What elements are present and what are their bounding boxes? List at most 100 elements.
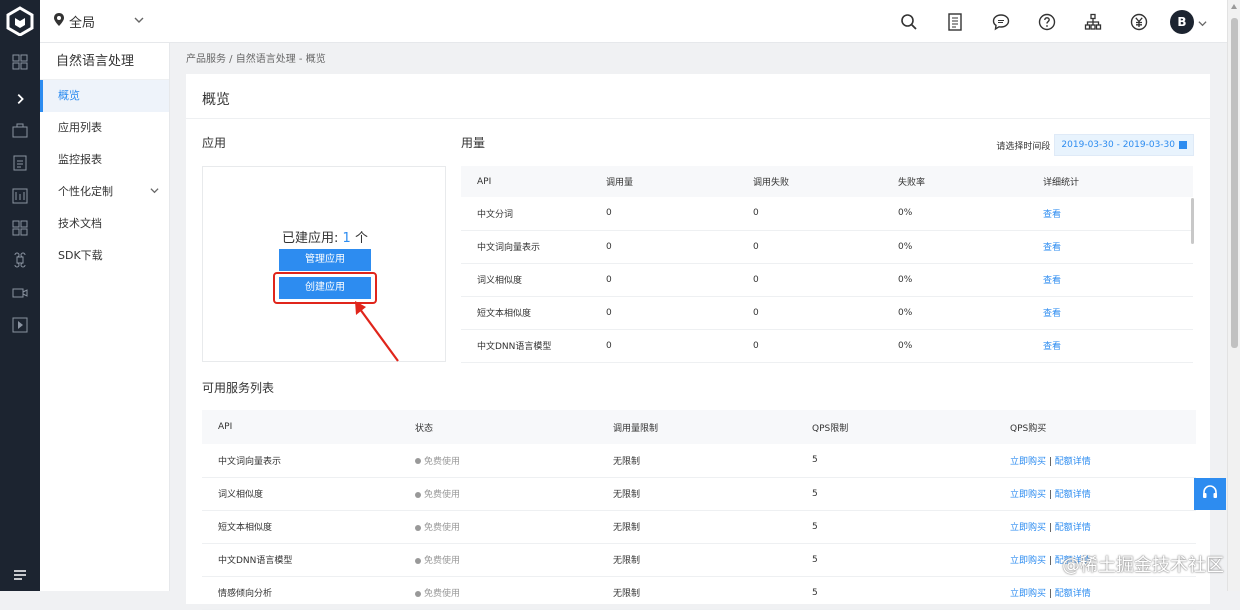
page-scrollbar[interactable] — [1227, 0, 1240, 591]
command-icon[interactable] — [10, 250, 30, 270]
chevron-right-icon[interactable] — [0, 85, 40, 113]
table-cell: 无限制 — [613, 543, 812, 577]
table-cell: 短文本相似度 — [202, 510, 415, 544]
col-header: 调用量限制 — [613, 410, 812, 444]
table-cell: 情感倾向分析 — [202, 576, 415, 610]
date-label: 请选择时间段 — [996, 141, 1051, 152]
status-label: 免费使用 — [424, 490, 461, 500]
status-cell: 免费使用 — [415, 576, 613, 610]
buy-now-link[interactable]: 立即购买 — [1010, 523, 1046, 533]
sidebar-item-label: 概览 — [58, 89, 80, 102]
doc-icon[interactable] — [10, 153, 30, 173]
currency-icon[interactable] — [1128, 11, 1150, 33]
table-cell: 无限制 — [613, 576, 812, 610]
document-icon[interactable] — [944, 11, 966, 33]
sidebar-item-label: SDK下载 — [58, 249, 103, 262]
services-table: API 状态 调用量限制 QPS限制 QPS购买 中文词向量表示 免费使用 无限… — [202, 410, 1196, 610]
region-selector[interactable]: 全局 — [54, 12, 144, 31]
table-row: 中文词向量表示 免费使用 无限制 5 立即购买 | 配额详情 — [202, 444, 1196, 478]
scroll-up-arrow-icon[interactable] — [1231, 4, 1237, 9]
headset-support-button[interactable] — [1194, 478, 1226, 510]
quota-details-link[interactable]: 配额详情 — [1055, 490, 1091, 500]
view-link[interactable]: 查看 — [1043, 230, 1193, 264]
chat-icon[interactable] — [990, 11, 1012, 33]
top-bar: 全局 B — [40, 0, 1227, 43]
table-cell: 0 — [606, 329, 753, 363]
search-icon[interactable] — [898, 11, 920, 33]
date-range-picker: 请选择时间段 2019-03-30 - 2019-03-30 — [996, 134, 1194, 156]
menu-icon[interactable] — [10, 565, 30, 585]
annotation-arrow — [355, 301, 399, 362]
table-cell: 无限制 — [613, 510, 812, 544]
briefcase-icon[interactable] — [10, 121, 30, 141]
region-label: 全局 — [69, 16, 96, 31]
sidebar-item-overview[interactable]: 概览 — [40, 80, 169, 112]
watermark: @稀土掘金技术社区 — [1062, 555, 1224, 576]
sidebar-item-label: 技术文档 — [58, 217, 102, 230]
buy-now-link[interactable]: 立即购买 — [1010, 490, 1046, 500]
status-label: 免费使用 — [424, 456, 461, 467]
create-app-button[interactable]: 创建应用 — [279, 277, 371, 299]
buy-now-link[interactable]: 立即购买 — [1010, 457, 1046, 467]
status-cell: 免费使用 — [415, 543, 613, 577]
table-row: 中文词向量表示 0 0 0% 查看 — [461, 230, 1193, 264]
table-row: 词义相似度 0 0 0% 查看 — [461, 263, 1193, 297]
location-pin-icon — [54, 13, 64, 30]
table-cell: 0% — [898, 329, 1043, 363]
table-row: 中文DNN语言模型 0 0 0% 查看 — [461, 329, 1193, 363]
qps-buy-cell: 立即购买 | 配额详情 — [1010, 510, 1196, 544]
avatar[interactable]: B — [1170, 10, 1194, 34]
table-header-row: API 状态 调用量限制 QPS限制 QPS购买 — [202, 410, 1196, 444]
status-dot-icon — [415, 557, 421, 564]
help-icon[interactable] — [1036, 11, 1058, 33]
app-count-number: 1 — [342, 231, 351, 246]
chart-doc-icon[interactable] — [10, 186, 30, 206]
col-header: 调用失败 — [753, 166, 898, 197]
quota-details-link[interactable]: 配额详情 — [1055, 523, 1091, 533]
col-header: API — [202, 410, 415, 444]
date-range-value: 2019-03-30 - 2019-03-30 — [1061, 140, 1175, 150]
quota-details-link[interactable]: 配额详情 — [1055, 457, 1091, 467]
video-icon[interactable] — [10, 283, 30, 303]
sidebar-item-customization[interactable]: 个性化定制 — [40, 176, 169, 208]
date-range-input[interactable]: 2019-03-30 - 2019-03-30 — [1054, 134, 1194, 156]
col-header: 调用量 — [606, 166, 753, 197]
chevron-down-icon[interactable] — [1198, 13, 1207, 32]
table-cell: 中文DNN语言模型 — [461, 329, 606, 363]
view-link[interactable]: 查看 — [1043, 263, 1193, 297]
breadcrumb: 产品服务 / 自然语言处理 - 概览 — [186, 54, 326, 65]
sidebar-item-docs[interactable]: 技术文档 — [40, 208, 169, 240]
buy-now-link[interactable]: 立即购买 — [1010, 556, 1046, 566]
status-cell: 免费使用 — [415, 444, 613, 478]
scrollbar-thumb[interactable] — [1231, 18, 1238, 348]
table-cell: 词义相似度 — [461, 263, 606, 297]
col-header: QPS限制 — [812, 410, 1010, 444]
network-icon[interactable] — [1082, 11, 1104, 33]
overview-card: 概览 应用 用量 请选择时间段 2019-03-30 - 2019-03-30 … — [186, 74, 1210, 610]
calendar-icon — [1179, 140, 1187, 149]
status-dot-icon — [415, 590, 421, 597]
grid-icon[interactable] — [10, 52, 30, 72]
col-header: 状态 — [415, 410, 613, 444]
col-header: API — [461, 166, 606, 197]
table-cell: 词义相似度 — [202, 477, 415, 511]
table-cell: 0% — [898, 263, 1043, 297]
usage-table-scrollbar[interactable] — [1191, 198, 1194, 244]
sidebar-item-sdk[interactable]: SDK下载 — [40, 240, 169, 272]
apps-icon[interactable] — [10, 218, 30, 238]
view-link[interactable]: 查看 — [1043, 197, 1193, 231]
usage-heading: 用量 — [461, 136, 486, 150]
table-header-row: API 调用量 调用失败 失败率 详细统计 — [461, 166, 1193, 197]
logo-icon[interactable] — [6, 6, 34, 37]
sidebar-item-app-list[interactable]: 应用列表 — [40, 112, 169, 144]
view-link[interactable]: 查看 — [1043, 296, 1193, 330]
play-icon[interactable] — [10, 315, 30, 335]
page-title: 概览 — [202, 92, 230, 108]
manage-apps-button[interactable]: 管理应用 — [279, 249, 371, 271]
apps-box: 已建应用: 1 个 管理应用 创建应用 — [202, 166, 446, 362]
sidebar-item-monitoring[interactable]: 监控报表 — [40, 144, 169, 176]
table-cell: 0% — [898, 296, 1043, 330]
table-cell: 5 — [812, 576, 1010, 610]
view-link[interactable]: 查看 — [1043, 329, 1193, 363]
qps-buy-cell: 立即购买 | 配额详情 — [1010, 477, 1196, 511]
